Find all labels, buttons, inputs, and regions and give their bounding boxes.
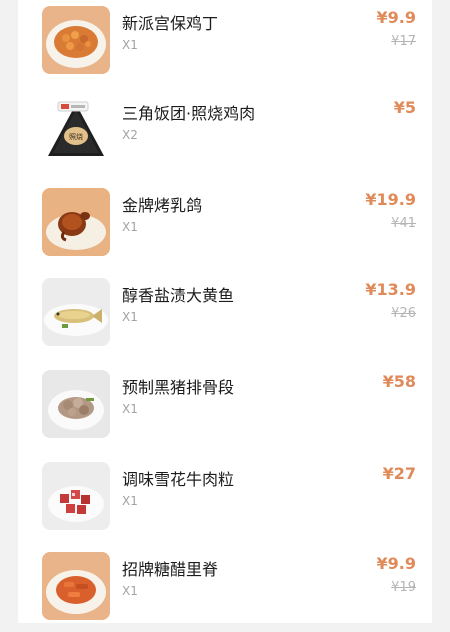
item-quantity: X1 [122,402,138,416]
item-quantity: X1 [122,584,138,598]
item-price: ¥58 [382,372,416,391]
item-price: ¥9.9 [376,554,416,573]
item-quantity: X1 [122,310,138,324]
item-original-price: ¥26 [391,306,416,321]
product-image-yellow-croaker [42,278,110,346]
item-original-price: ¥19 [391,580,416,595]
item-price: ¥27 [382,464,416,483]
list-item[interactable]: 预制黑猪排骨段 X1 ¥58 [18,370,432,450]
product-image-pork-ribs [42,370,110,438]
product-image-roast-pigeon [42,188,110,256]
list-item[interactable]: 照烧 三角饭团·照烧鸡肉 X2 ¥5 [18,96,432,176]
item-price: ¥19.9 [365,190,416,209]
list-item[interactable]: 金牌烤乳鸽 X1 ¥19.9 ¥41 [18,188,432,268]
item-price: ¥9.9 [376,8,416,27]
item-price: ¥13.9 [365,280,416,299]
list-item[interactable]: 新派宫保鸡丁 X1 ¥9.9 ¥17 [18,6,432,86]
item-name: 招牌糖醋里脊 [122,560,219,579]
item-quantity: X1 [122,220,138,234]
product-image-sweet-sour-pork [42,552,110,620]
item-quantity: X1 [122,38,138,52]
product-image-beef-cubes [42,462,110,530]
item-quantity: X2 [122,128,138,142]
product-image-rice-ball: 照烧 [42,96,110,164]
item-name: 预制黑猪排骨段 [122,378,235,397]
package-label: 照烧 [69,132,83,141]
item-name: 醇香盐渍大黄鱼 [122,286,235,305]
item-name: 三角饭团·照烧鸡肉 [122,104,256,123]
item-original-price: ¥41 [391,216,416,231]
item-original-price: ¥17 [391,34,416,49]
item-quantity: X1 [122,494,138,508]
product-image-kung-pao-chicken [42,6,110,74]
list-item[interactable]: 招牌糖醋里脊 X1 ¥9.9 ¥19 [18,552,432,632]
item-name: 调味雪花牛肉粒 [122,470,235,489]
item-name: 新派宫保鸡丁 [122,14,219,33]
list-item[interactable]: 醇香盐渍大黄鱼 X1 ¥13.9 ¥26 [18,278,432,358]
order-item-list: 新派宫保鸡丁 X1 ¥9.9 ¥17 照烧 三角饭团·照烧鸡肉 X2 ¥5 金牌… [18,0,432,623]
item-price: ¥5 [393,98,416,117]
item-name: 金牌烤乳鸽 [122,196,203,215]
list-item[interactable]: 调味雪花牛肉粒 X1 ¥27 [18,462,432,542]
